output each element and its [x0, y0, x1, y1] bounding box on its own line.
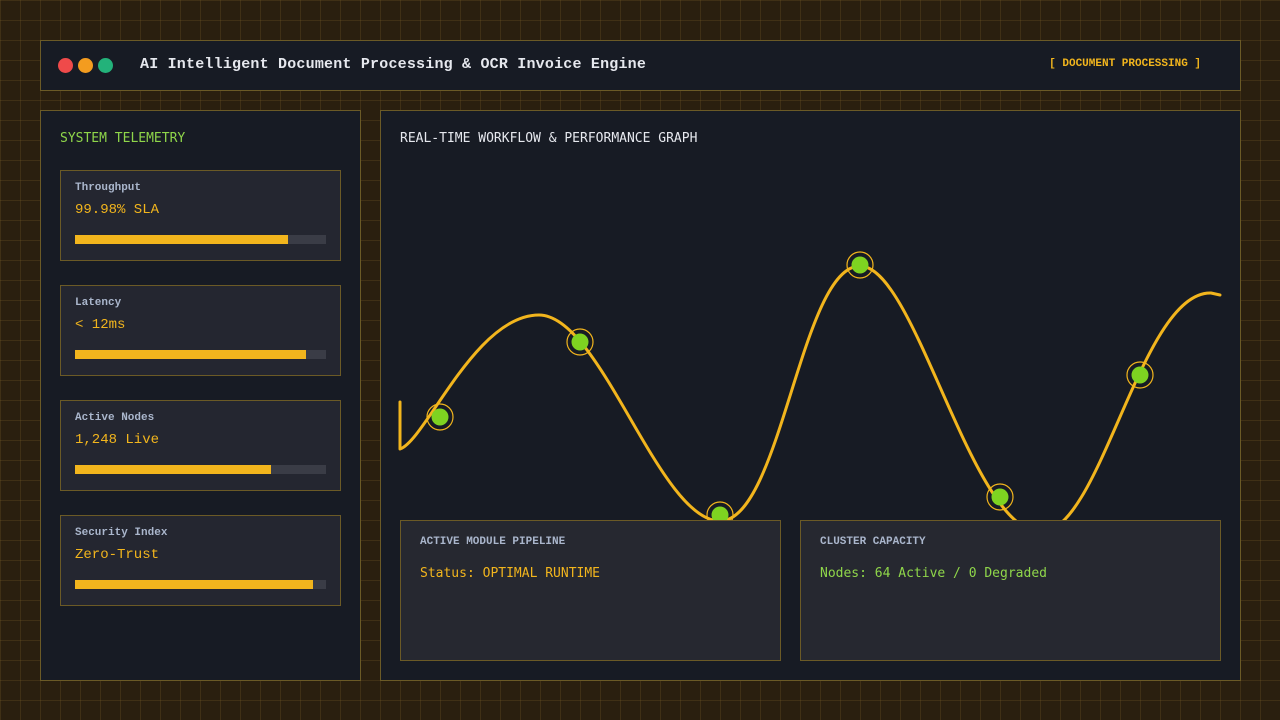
- workflow-node[interactable]: [986, 483, 1014, 511]
- maximize-dot[interactable]: [98, 58, 113, 73]
- capacity-title: CLUSTER CAPACITY: [820, 536, 926, 548]
- pipeline-card: ACTIVE MODULE PIPELINE Status: OPTIMAL R…: [400, 520, 781, 661]
- workflow-node[interactable]: [426, 403, 454, 431]
- metric-progress-bar: [75, 580, 326, 589]
- capacity-card: CLUSTER CAPACITY Nodes: 64 Active / 0 De…: [800, 520, 1221, 661]
- header-bar: AI Intelligent Document Processing & OCR…: [40, 40, 1241, 91]
- workflow-node[interactable]: [566, 328, 594, 356]
- metric-progress-bar: [75, 350, 326, 359]
- app-title: AI Intelligent Document Processing & OCR…: [140, 56, 647, 73]
- metric-label: Latency: [75, 297, 122, 309]
- metric-label: Throughput: [75, 182, 142, 194]
- telemetry-sidebar: SYSTEM TELEMETRY Throughput 99.98% SLA L…: [40, 110, 361, 681]
- metric-value: 1,248 Live: [75, 432, 160, 448]
- sidebar-title: SYSTEM TELEMETRY: [60, 131, 186, 146]
- metric-value: Zero-Trust: [75, 547, 160, 563]
- metric-progress-fill: [75, 235, 289, 244]
- metric-progress-fill: [75, 580, 314, 589]
- workflow-curve: [398, 264, 1222, 534]
- metric-card-throughput: Throughput 99.98% SLA: [60, 170, 341, 261]
- pipeline-title: ACTIVE MODULE PIPELINE: [420, 536, 566, 548]
- metric-progress-fill: [75, 350, 306, 359]
- metric-label: Security Index: [75, 527, 168, 539]
- mode-badge: [ DOCUMENT PROCESSING ]: [1049, 58, 1201, 70]
- pipeline-status: Status: OPTIMAL RUNTIME: [420, 566, 601, 581]
- minimize-dot[interactable]: [78, 58, 93, 73]
- metric-label: Active Nodes: [75, 412, 155, 424]
- metric-card-security-index: Security Index Zero-Trust: [60, 515, 341, 606]
- metric-value: 99.98% SLA: [75, 202, 160, 218]
- workflow-node[interactable]: [846, 251, 874, 279]
- metric-progress-bar: [75, 465, 326, 474]
- capacity-nodes: Nodes: 64 Active / 0 Degraded: [820, 566, 1047, 581]
- metric-value: < 12ms: [75, 317, 126, 333]
- workflow-graph-panel: REAL-TIME WORKFLOW & PERFORMANCE GRAPH A…: [380, 110, 1241, 681]
- close-dot[interactable]: [58, 58, 73, 73]
- metric-card-active-nodes: Active Nodes 1,248 Live: [60, 400, 341, 491]
- metric-card-latency: Latency < 12ms: [60, 285, 341, 376]
- metric-progress-bar: [75, 235, 326, 244]
- workflow-node[interactable]: [1126, 361, 1154, 389]
- metric-progress-fill: [75, 465, 271, 474]
